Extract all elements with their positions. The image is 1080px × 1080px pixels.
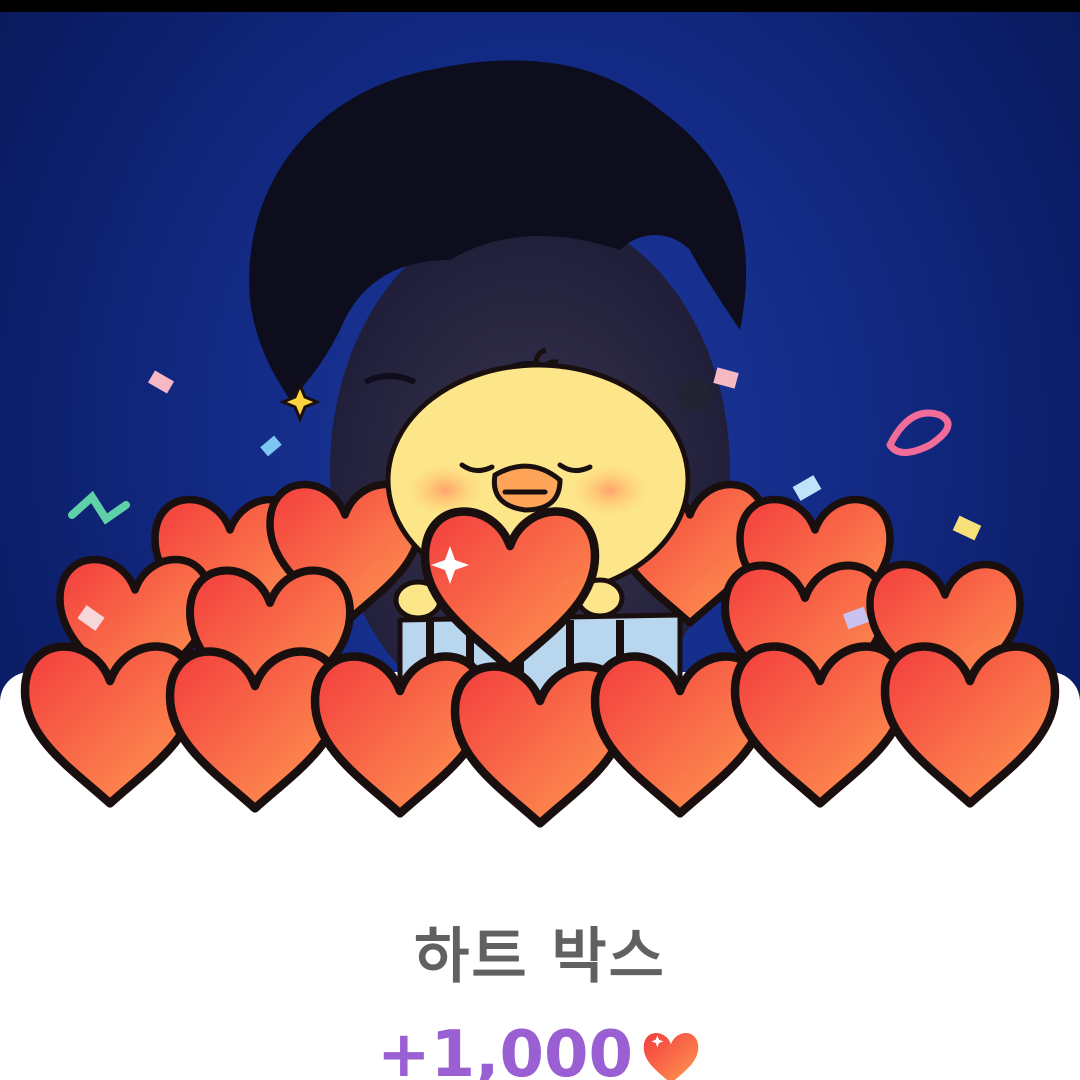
reward-amount: +1,000	[0, 1018, 1080, 1080]
heart-icon	[643, 1033, 699, 1080]
reward-amount-value: +1,000	[376, 1018, 634, 1080]
screen: 하트 박스 +1,000	[0, 0, 1080, 1080]
reward-title: 하트 박스	[414, 922, 666, 992]
